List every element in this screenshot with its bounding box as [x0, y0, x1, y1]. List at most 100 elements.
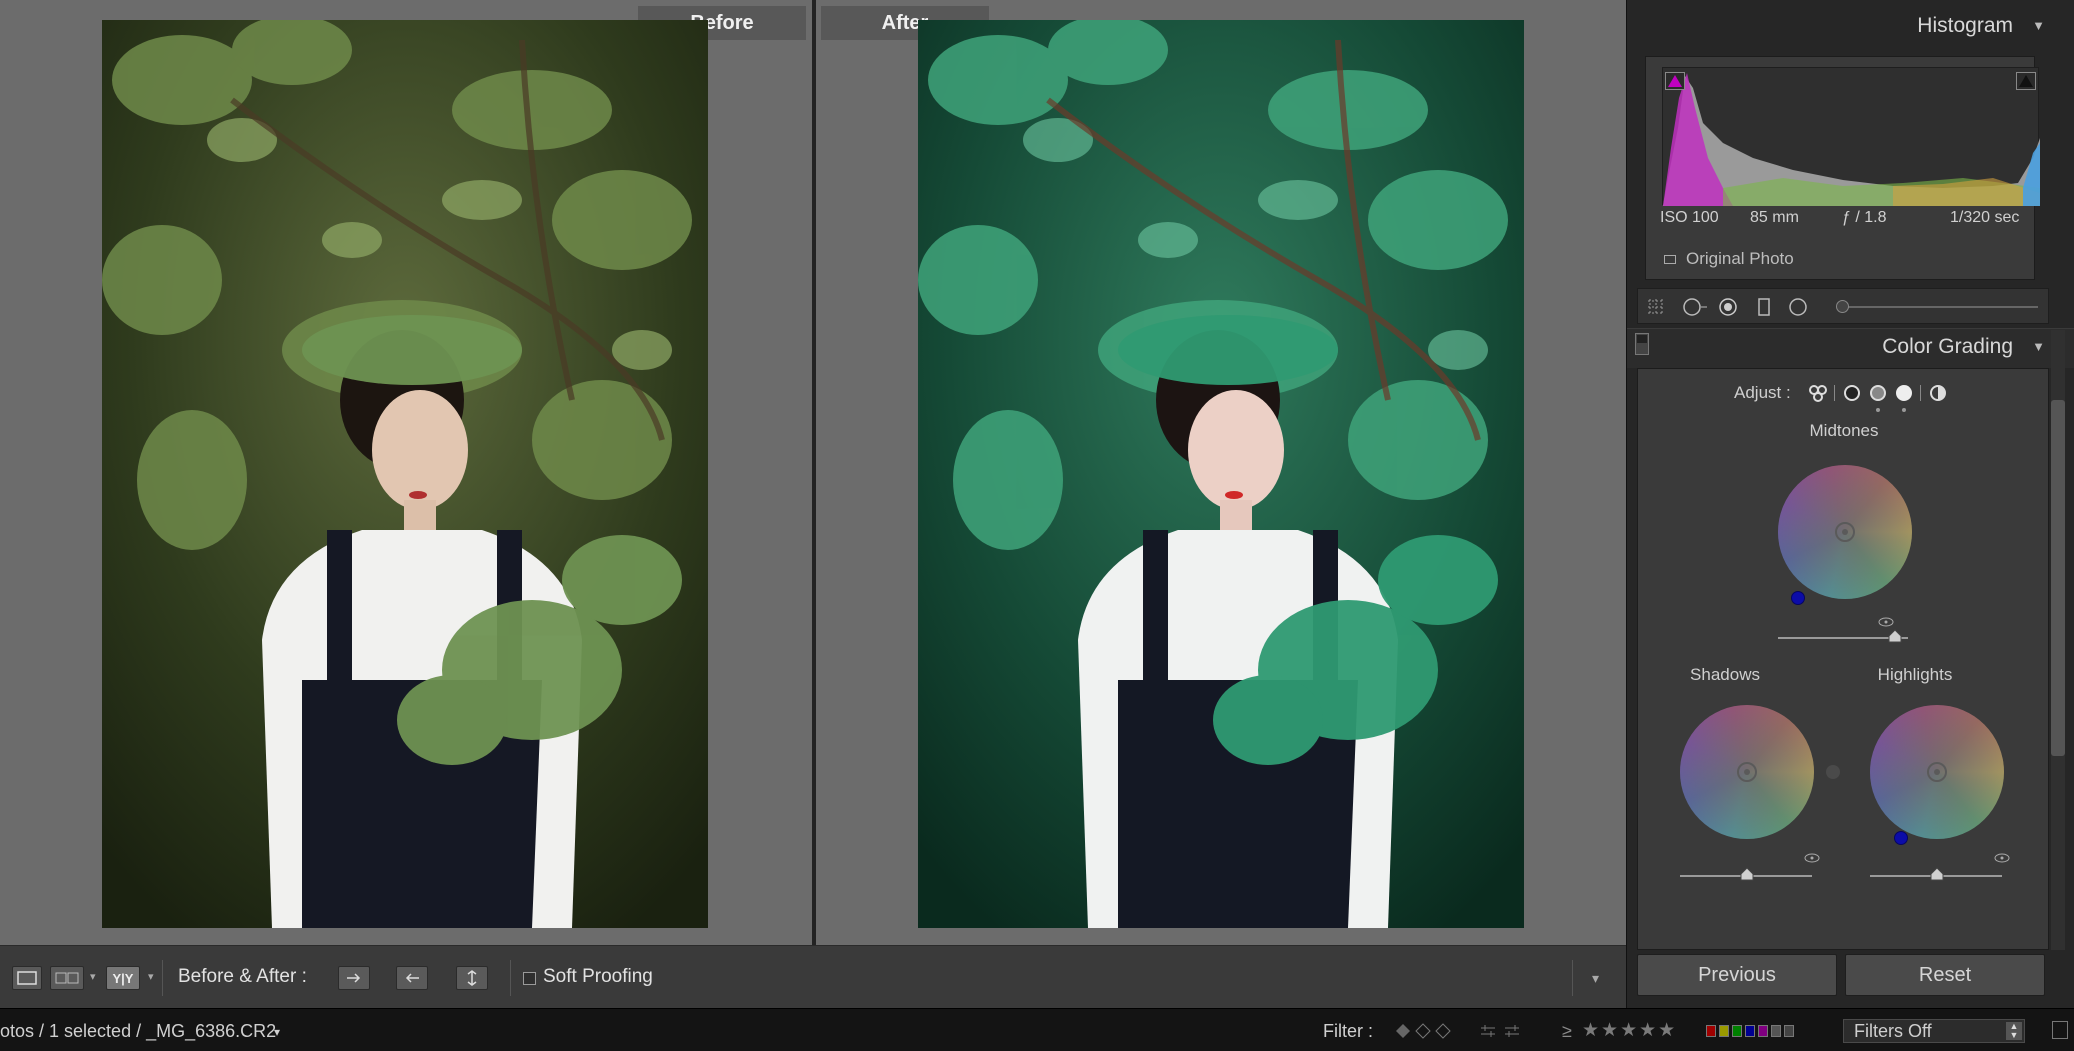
swap-before-after-button[interactable]: [456, 966, 488, 990]
yy-mode-caret[interactable]: ▾: [148, 970, 154, 983]
filter-lock-icon[interactable]: [2052, 1021, 2068, 1039]
radial-icon[interactable]: [1788, 297, 1808, 317]
collapse-triangle-icon: ▼: [2032, 18, 2045, 33]
aperture-value: ƒ / 1.8: [1842, 209, 1887, 226]
highlights-luminance-thumb[interactable]: [1930, 867, 1944, 881]
crop-icon[interactable]: [1682, 297, 1708, 317]
highlights-handle[interactable]: [1894, 831, 1908, 845]
right-panel: Histogram ▼ ISO 100 85 mm ƒ / 1.8 1/320 …: [1626, 0, 2074, 1008]
rating-filter-stars[interactable]: ★★★★★: [1582, 1019, 1677, 1042]
original-photo-label: Original Photo: [1686, 249, 1794, 268]
histogram-title: Histogram: [1917, 14, 2013, 37]
after-photo-image: [918, 20, 1524, 928]
shadows-wheel[interactable]: [1680, 705, 1814, 839]
copy-before-to-after-button[interactable]: [338, 966, 370, 990]
filters-select[interactable]: Filters Off ▲ ▼: [1843, 1019, 2025, 1043]
redeye-icon[interactable]: [1754, 297, 1774, 317]
grid-icon[interactable]: [1646, 297, 1666, 317]
select-arrows-icon: ▲ ▼: [2006, 1022, 2022, 1040]
copy-after-to-before-button[interactable]: [396, 966, 428, 990]
color-grading-panel: Adjust : Midtones Shadows Highlights: [1637, 368, 2049, 950]
filters-value: Filters Off: [1854, 1021, 1932, 1041]
before-after-lr-icon: [55, 972, 79, 984]
focal-length-value: 85 mm: [1750, 209, 1799, 226]
before-after-mode-caret[interactable]: ▾: [90, 970, 96, 983]
histogram-panel: ISO 100 85 mm ƒ / 1.8 1/320 sec Original…: [1645, 56, 2040, 280]
color-label-red[interactable]: [1706, 1025, 1716, 1037]
after-photo[interactable]: [918, 20, 1524, 928]
soft-proofing-label: Soft Proofing: [543, 966, 653, 987]
color-label-yellow[interactable]: [1719, 1025, 1729, 1037]
histogram-header[interactable]: Histogram ▼: [1637, 14, 2045, 38]
reset-button[interactable]: Reset: [1845, 954, 2045, 996]
adjust-separator: [1920, 385, 1921, 401]
shadow-clipping-icon[interactable]: [1665, 72, 1685, 90]
collapse-triangle-icon: ▼: [2032, 339, 2045, 354]
adjust-label: Adjust :: [1734, 383, 1791, 402]
toolbar-content-menu[interactable]: ▾: [1592, 970, 1599, 987]
path-caret-icon[interactable]: ▾: [274, 1025, 280, 1039]
flag-filter-icon[interactable]: [1415, 1023, 1431, 1039]
eye-icon[interactable]: [1994, 853, 2010, 863]
histogram-graph[interactable]: [1662, 67, 2040, 206]
before-photo[interactable]: [102, 20, 708, 928]
highlights-wheel[interactable]: [1870, 705, 2004, 839]
panel-scrollbar[interactable]: [2051, 400, 2065, 756]
adjust-indicator-dot: [1902, 408, 1906, 412]
highlights-wheel-icon[interactable]: [1894, 383, 1914, 403]
preview-area: Before After: [0, 0, 1626, 945]
global-wheel-icon[interactable]: [1928, 383, 1948, 403]
loupe-view-icon: [17, 971, 37, 985]
after-pane[interactable]: After: [816, 0, 1626, 945]
color-grading-title: Color Grading: [1882, 335, 2013, 358]
highlight-clipping-icon[interactable]: [2016, 72, 2036, 90]
eye-icon[interactable]: [1878, 617, 1894, 627]
iso-value: ISO 100: [1660, 209, 1719, 226]
previous-button[interactable]: Previous: [1637, 954, 1837, 996]
before-after-label: Before & After :: [178, 966, 307, 987]
panel-buttons: Previous Reset: [1637, 954, 2049, 1000]
eye-icon[interactable]: [1804, 853, 1820, 863]
shutter-value: 1/320 sec: [1950, 209, 2020, 226]
toolbar-separator: [1572, 960, 1573, 996]
before-after-yy-button[interactable]: Y|Y: [106, 966, 140, 990]
spot-heal-icon[interactable]: [1718, 297, 1738, 317]
color-grading-header[interactable]: Color Grading ▼: [1627, 328, 2074, 368]
tool-slider-knob[interactable]: [1836, 300, 1849, 313]
toolbar: ▾ Y|Y ▾ Before & After : Soft Proofing ▾: [0, 945, 1626, 1008]
color-label-purple[interactable]: [1758, 1025, 1768, 1037]
three-way-icon[interactable]: [1808, 383, 1828, 403]
before-after-lr-button[interactable]: [50, 966, 84, 990]
tool-strip: [1637, 288, 2049, 324]
midtones-wheel[interactable]: [1778, 465, 1912, 599]
shadows-luminance-thumb[interactable]: [1740, 867, 1754, 881]
midtones-wheel-icon[interactable]: [1868, 383, 1888, 403]
shadows-ghost-handle: [1826, 765, 1840, 779]
filmstrip-bar: otos / 1 selected / _MG_6386.CR2 ▾ Filte…: [0, 1008, 2074, 1051]
before-photo-image: [102, 20, 708, 928]
midtones-label: Midtones: [1809, 421, 1879, 440]
shadows-wheel-icon[interactable]: [1842, 383, 1862, 403]
edit-filter-icon[interactable]: [1480, 1023, 1496, 1039]
color-label-none[interactable]: [1784, 1025, 1794, 1037]
soft-proofing-checkbox[interactable]: [523, 972, 536, 985]
toolbar-separator: [510, 960, 511, 996]
highlights-center: [1927, 762, 1947, 782]
midtones-luminance-thumb[interactable]: [1888, 629, 1902, 643]
before-pane[interactable]: Before: [0, 0, 812, 945]
rating-operator[interactable]: ≥: [1562, 1021, 1572, 1042]
before-after-yy-icon: Y|Y: [112, 970, 134, 986]
color-label-blue[interactable]: [1745, 1025, 1755, 1037]
loupe-view-button[interactable]: [12, 966, 42, 990]
adjust-indicator-dot: [1876, 408, 1880, 412]
color-label-custom[interactable]: [1771, 1025, 1781, 1037]
tool-slider-track: [1838, 306, 2038, 308]
midtones-handle[interactable]: [1791, 591, 1805, 605]
original-photo-checkbox[interactable]: [1664, 254, 1676, 264]
source-path[interactable]: otos / 1 selected / _MG_6386.CR2: [0, 1021, 276, 1042]
color-label-green[interactable]: [1732, 1025, 1742, 1037]
edit-filter-icon[interactable]: [1504, 1023, 1520, 1039]
flag-filter-icon[interactable]: [1395, 1023, 1411, 1039]
original-photo-toggle[interactable]: Original Photo: [1664, 249, 1794, 269]
flag-filter-icon[interactable]: [1435, 1023, 1451, 1039]
